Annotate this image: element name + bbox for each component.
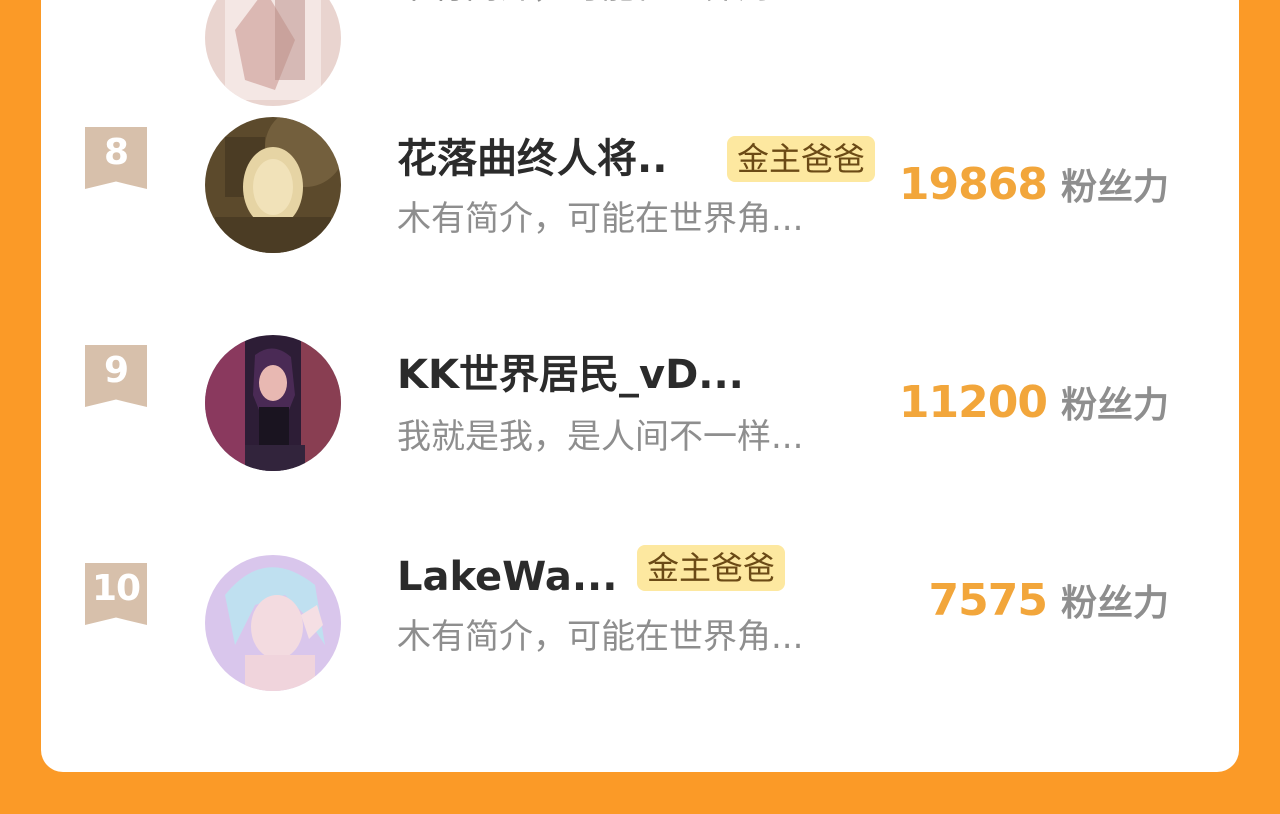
list-item[interactable]: 8 花落曲终人将.. 金主爸爸 木有简介，可能在世界角... 19868 粉丝力 bbox=[41, 115, 1239, 315]
rank-number: 8 bbox=[103, 132, 129, 173]
avatar[interactable] bbox=[205, 335, 341, 471]
avatar[interactable] bbox=[205, 0, 341, 106]
sponsor-badge: 金主爸爸 bbox=[727, 136, 876, 182]
rank-ribbon: 9 bbox=[85, 345, 147, 407]
fan-power: 7575 粉丝力 bbox=[929, 571, 1169, 631]
fan-power-unit: 粉丝力 bbox=[1060, 167, 1169, 208]
fan-power: 19868 粉丝力 bbox=[899, 155, 1169, 215]
fan-power-value: 19868 bbox=[898, 159, 1048, 210]
avatar[interactable] bbox=[205, 555, 341, 691]
fan-power-value: 11200 bbox=[898, 377, 1048, 428]
user-bio: 木有简介，可能在世界角... bbox=[397, 617, 804, 657]
fan-power-unit: 粉丝力 bbox=[1060, 385, 1169, 426]
fan-power: 11200 粉丝力 bbox=[899, 373, 1169, 433]
fan-power-unit: 粉丝力 bbox=[1060, 583, 1169, 624]
fan-ranking-card: 木有简介，可能在世界角... 8 花落曲终人将.. 金主爸爸 木有简介，可能在世… bbox=[41, 0, 1239, 772]
user-bio: 木有简介，可能在世界角... bbox=[397, 199, 804, 239]
user-bio: 我就是我，是人间不一样... bbox=[397, 417, 804, 457]
fan-power-value: 7575 bbox=[928, 575, 1048, 626]
rank-ribbon: 10 bbox=[85, 563, 147, 625]
user-name[interactable]: 花落曲终人将.. bbox=[397, 131, 667, 187]
list-item[interactable]: 10 LakeWa... 金主爸爸 木有简介，可能在世界角... 7575 粉丝力 bbox=[41, 545, 1239, 753]
sponsor-badge: 金主爸爸 bbox=[637, 545, 786, 591]
user-name[interactable]: KK世界居民_vD... bbox=[397, 347, 744, 403]
rank-ribbon: 8 bbox=[85, 127, 147, 189]
user-bio: 木有简介，可能在世界角... bbox=[397, 0, 803, 12]
user-name[interactable]: LakeWa... bbox=[397, 549, 617, 605]
list-item[interactable]: 木有简介，可能在世界角... bbox=[41, 0, 1239, 106]
avatar[interactable] bbox=[205, 117, 341, 253]
rank-number: 10 bbox=[91, 568, 141, 609]
rank-number: 9 bbox=[103, 350, 129, 391]
list-item[interactable]: 9 KK世界居民_vD... 我就是我，是人间不一样... 11200 粉丝力 bbox=[41, 333, 1239, 533]
